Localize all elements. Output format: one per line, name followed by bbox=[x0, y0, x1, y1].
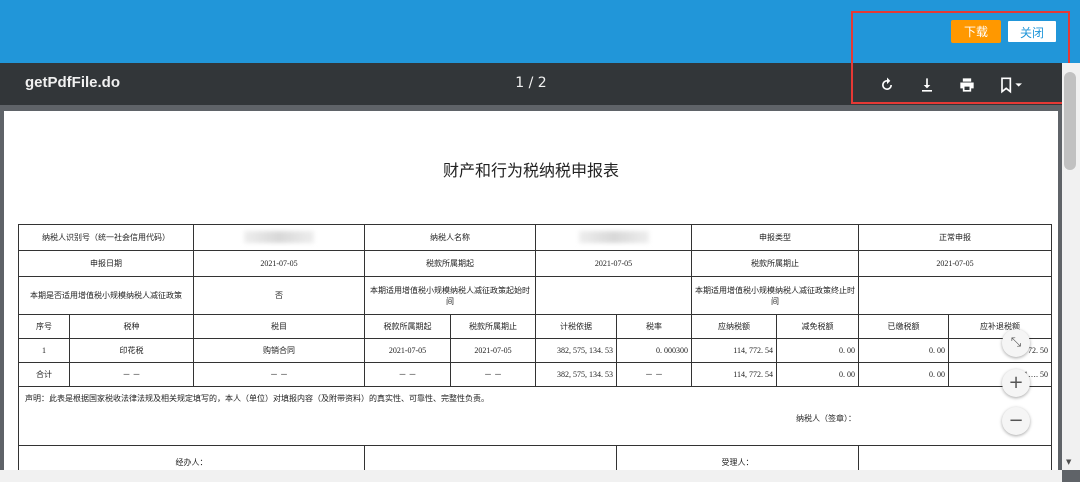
column-header: 税种 bbox=[69, 314, 194, 339]
signature-label: 纳税人（签章）： bbox=[796, 414, 856, 423]
table-cell: 合计 bbox=[18, 362, 70, 387]
table-cell: 购销合同 bbox=[193, 338, 365, 363]
small-scale-label: 本期是否适用增值税小规模纳税人减征政策 bbox=[18, 276, 194, 315]
table-cell: 114, 772. 54 bbox=[691, 362, 777, 387]
table-cell: 印花税 bbox=[69, 338, 194, 363]
table-cell: 0. 00 bbox=[858, 362, 949, 387]
column-header: 计税依据 bbox=[535, 314, 617, 339]
taxpayer-id-value bbox=[193, 224, 365, 251]
policy-start-value bbox=[535, 276, 692, 315]
zoom-out-icon[interactable]: − bbox=[1002, 407, 1030, 435]
report-type-label: 申报类型 bbox=[691, 224, 859, 251]
document-title: 财产和行为税纳税申报表 bbox=[442, 163, 619, 180]
column-header: 税率 bbox=[616, 314, 692, 339]
pdf-viewport: 财产和行为税纳税申报表 纳税人识别号（统一社会信用代码） 纳税人名称 申报类型 … bbox=[0, 105, 1062, 470]
period-end-value: 2021-07-05 bbox=[858, 250, 1052, 277]
policy-end-label: 本期适用增值税小规模纳税人减征政策终止时间 bbox=[691, 276, 859, 315]
column-header: 减免税额 bbox=[776, 314, 859, 339]
table-cell: 0. 00 bbox=[776, 362, 859, 387]
declaration-text: 声明：此表是根据国家税收法律法规及相关规定填写的，本人（单位）对填报内容（及附带… bbox=[25, 394, 489, 403]
declaration-row: 声明：此表是根据国家税收法律法规及相关规定填写的，本人（单位）对填报内容（及附带… bbox=[18, 386, 1052, 446]
receiver-value bbox=[858, 445, 1052, 470]
table-cell: － － bbox=[616, 362, 692, 387]
highlight-box bbox=[851, 11, 1070, 104]
column-header: 税款所属期止 bbox=[450, 314, 536, 339]
page-indicator: 1 / 2 bbox=[515, 75, 547, 91]
taxpayer-id-label: 纳税人识别号（统一社会信用代码） bbox=[18, 224, 194, 251]
file-title: getPdfFile.do bbox=[25, 74, 120, 91]
report-type-value: 正常申报 bbox=[858, 224, 1052, 251]
info-row: 申报日期 2021-07-05 税款所属期起 2021-07-05 税款所属期止… bbox=[18, 250, 1052, 277]
table-cell: 0. 000300 bbox=[616, 338, 692, 363]
column-header: 应补退税额 bbox=[948, 314, 1052, 339]
report-date-label: 申报日期 bbox=[18, 250, 194, 277]
period-start-label: 税款所属期起 bbox=[364, 250, 536, 277]
period-start-value: 2021-07-05 bbox=[535, 250, 692, 277]
policy-end-value bbox=[858, 276, 1052, 315]
handler-value bbox=[364, 445, 617, 470]
column-header: 应纳税额 bbox=[691, 314, 777, 339]
taxpayer-name-label: 纳税人名称 bbox=[364, 224, 536, 251]
info-row: 本期是否适用增值税小规模纳税人减征政策 否 本期适用增值税小规模纳税人减征政策起… bbox=[18, 276, 1052, 315]
table-cell: － － bbox=[193, 362, 365, 387]
info-row: 纳税人识别号（统一社会信用代码） 纳税人名称 申报类型 正常申报 bbox=[18, 224, 1052, 251]
column-header: 序号 bbox=[18, 314, 70, 339]
receiver-label: 受理人： bbox=[616, 445, 859, 470]
table-cell: 0. 00 bbox=[858, 338, 949, 363]
tax-form-table: 纳税人识别号（统一社会信用代码） 纳税人名称 申报类型 正常申报 申报日期 20… bbox=[18, 224, 1052, 470]
table-cell: 2021-07-05 bbox=[450, 338, 536, 363]
table-row: 1 印花税 购销合同 2021-07-05 2021-07-05 382, 57… bbox=[18, 338, 1052, 363]
table-cell: 114, 772. 50 bbox=[948, 338, 1052, 363]
horizontal-scrollbar[interactable] bbox=[0, 470, 1062, 482]
column-header-row: 序号 税种 税目 税款所属期起 税款所属期止 计税依据 税率 应纳税额 减免税额… bbox=[18, 314, 1052, 339]
report-date-value: 2021-07-05 bbox=[193, 250, 365, 277]
column-header: 税款所属期起 bbox=[364, 314, 451, 339]
taxpayer-name-value bbox=[535, 224, 692, 251]
period-end-label: 税款所属期止 bbox=[691, 250, 859, 277]
scrollbar-thumb[interactable] bbox=[1064, 72, 1076, 170]
table-cell: 382, 575, 134. 53 bbox=[535, 362, 617, 387]
table-cell: － － bbox=[69, 362, 194, 387]
policy-start-label: 本期适用增值税小规模纳税人减征政策起始时间 bbox=[364, 276, 536, 315]
fit-page-icon[interactable]: ⤡ bbox=[1002, 329, 1030, 357]
table-cell: 11…. 50 bbox=[948, 362, 1052, 387]
declaration-cell: 声明：此表是根据国家税收法律法规及相关规定填写的，本人（单位）对填报内容（及附带… bbox=[18, 386, 1052, 446]
table-cell: 2021-07-05 bbox=[364, 338, 451, 363]
table-cell: － － bbox=[450, 362, 536, 387]
column-header: 已缴税额 bbox=[858, 314, 949, 339]
scroll-down-arrow-icon[interactable]: ▼ bbox=[1066, 458, 1071, 466]
pdf-page: 财产和行为税纳税申报表 纳税人识别号（统一社会信用代码） 纳税人名称 申报类型 … bbox=[4, 111, 1058, 470]
handler-label: 经办人： bbox=[18, 445, 365, 470]
table-cell: 1 bbox=[18, 338, 70, 363]
table-row: 合计 － － － － － － － － 382, 575, 134. 53 － －… bbox=[18, 362, 1052, 387]
small-scale-value: 否 bbox=[193, 276, 365, 315]
table-cell: 0. 00 bbox=[776, 338, 859, 363]
zoom-in-icon[interactable]: + bbox=[1002, 369, 1030, 397]
table-cell: － － bbox=[364, 362, 451, 387]
handler-row: 经办人： 受理人： bbox=[18, 445, 1052, 470]
table-cell: 114, 772. 54 bbox=[691, 338, 777, 363]
table-cell: 382, 575, 134. 53 bbox=[535, 338, 617, 363]
column-header: 税目 bbox=[193, 314, 365, 339]
